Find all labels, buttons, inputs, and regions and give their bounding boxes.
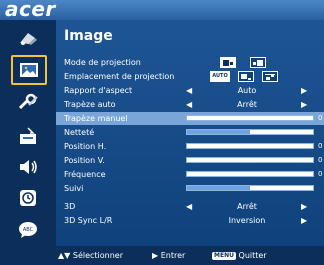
auto-keystone-row[interactable]: Trapèze auto ◀ Arrêt ▶ (56, 98, 324, 111)
h-position-row[interactable]: Position H. 0 (56, 140, 324, 153)
3d-label: 3D (64, 202, 76, 211)
frequency-value: 0 (318, 170, 323, 178)
left-arrow-icon[interactable]: ◀ (186, 98, 192, 111)
3d-row[interactable]: 3D ◀ Arrêt ▶ (56, 200, 324, 213)
left-arrow-icon[interactable]: ◀ (186, 200, 192, 213)
v-position-value: 0 (318, 156, 323, 164)
right-arrow-icon[interactable]: ▶ (301, 214, 307, 227)
auto-keystone-label: Trapèze auto (64, 100, 116, 109)
language-icon[interactable]: ABC (14, 218, 42, 242)
right-arrow-icon[interactable]: ▶ (301, 200, 307, 213)
projection-location-row[interactable]: Emplacement de projection AUTO (56, 70, 324, 83)
3d-sync-value: Inversion (228, 216, 266, 225)
v-position-label: Position V. (64, 156, 105, 165)
enter-hint: ▶ Entrer (152, 246, 185, 265)
menu-key-icon: MENU (212, 251, 236, 260)
sharpness-label: Netteté (64, 128, 95, 137)
desktop-location-icon[interactable] (238, 71, 254, 82)
manual-keystone-value: 0 (318, 114, 323, 122)
front-projection-icon[interactable] (220, 57, 236, 68)
aspect-ratio-row[interactable]: Rapport d'aspect ◀ Auto ▶ (56, 84, 324, 97)
3d-value: Arrêt (237, 202, 257, 211)
enter-hint-label: Entrer (160, 251, 186, 260)
right-arrow-icon[interactable]: ▶ (301, 84, 307, 97)
quit-hint-label: Quitter (238, 251, 267, 260)
settings-icon[interactable] (14, 90, 42, 114)
svg-text:ABC: ABC (23, 227, 34, 233)
sharpness-row[interactable]: Netteté (56, 126, 324, 139)
projection-mode-label: Mode de projection (64, 58, 141, 67)
h-position-slider[interactable] (186, 143, 314, 149)
select-hint: ▲▼ Sélectionner (58, 246, 123, 265)
image-icon[interactable] (11, 55, 47, 85)
acer-logo: acer (5, 0, 56, 21)
h-position-label: Position H. (64, 142, 107, 151)
image-menu-panel: Image Mode de projection Emplacement de … (56, 20, 324, 246)
page-title: Image (64, 28, 113, 44)
audio-icon[interactable] (14, 155, 42, 179)
tracking-label: Suivi (64, 184, 84, 193)
left-arrow-icon[interactable]: ◀ (186, 84, 192, 97)
projection-mode-row[interactable]: Mode de projection (56, 56, 324, 69)
up-down-arrow-icon: ▲▼ (58, 251, 71, 260)
aspect-ratio-value: Auto (237, 86, 257, 95)
frequency-label: Fréquence (64, 170, 106, 179)
tracking-row[interactable]: Suivi (56, 182, 324, 195)
quit-hint: MENU Quitter (212, 246, 267, 265)
management-icon[interactable] (14, 124, 42, 148)
auto-keystone-value: Arrêt (237, 100, 257, 109)
v-position-row[interactable]: Position V. 0 (56, 154, 324, 167)
footer-hints: ▲▼ Sélectionner ▶ Entrer MENU Quitter (0, 246, 324, 265)
top-bar: acer (0, 0, 324, 21)
sidebar: ABC (0, 20, 56, 246)
right-arrow-icon[interactable]: ▶ (301, 98, 307, 111)
3d-sync-row[interactable]: 3D Sync L/R Inversion ▶ (56, 214, 324, 227)
timer-icon[interactable] (14, 186, 42, 210)
frequency-slider[interactable] (186, 171, 314, 177)
ceiling-location-icon[interactable] (262, 71, 278, 82)
sharpness-slider[interactable] (186, 129, 314, 135)
auto-location-button[interactable]: AUTO (210, 71, 230, 82)
select-hint-label: Sélectionner (72, 251, 124, 260)
rear-projection-icon[interactable] (250, 57, 266, 68)
manual-keystone-row[interactable]: Trapèze manuel 0 (56, 112, 324, 125)
right-arrow-icon: ▶ (152, 251, 159, 260)
manual-keystone-label: Trapèze manuel (64, 114, 128, 123)
v-position-slider[interactable] (186, 157, 314, 163)
h-position-value: 0 (318, 142, 323, 150)
manual-keystone-slider[interactable] (186, 115, 314, 121)
tracking-slider[interactable] (186, 185, 314, 191)
color-icon[interactable] (14, 26, 42, 50)
aspect-ratio-label: Rapport d'aspect (64, 86, 133, 95)
3d-sync-label: 3D Sync L/R (64, 216, 113, 225)
frequency-row[interactable]: Fréquence 0 (56, 168, 324, 181)
projection-location-label: Emplacement de projection (64, 72, 175, 81)
